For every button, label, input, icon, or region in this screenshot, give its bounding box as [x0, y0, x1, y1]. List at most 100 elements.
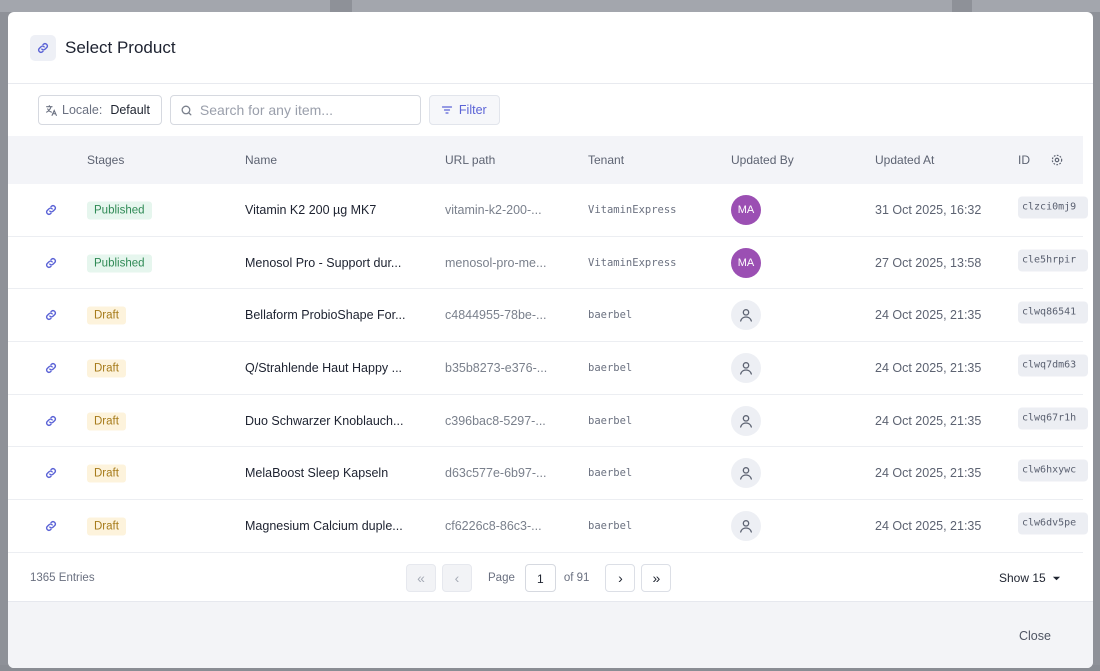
page-label: Page	[488, 572, 515, 584]
header-updated-by[interactable]: Updated By	[731, 153, 794, 167]
link-icon[interactable]	[44, 414, 58, 428]
id-chip: cle5hrpir	[1018, 249, 1088, 272]
table-row[interactable]: Draft Q/Strahlende Haut Happy ... b35b82…	[8, 342, 1088, 395]
id-cell: clwq7dm63	[1018, 354, 1088, 381]
link-icon[interactable]	[44, 256, 58, 270]
id-cell: clw6hxywc	[1018, 459, 1088, 487]
id-chip: clwq67r1h	[1018, 407, 1088, 430]
table-row[interactable]: Draft Duo Schwarzer Knoblauch... c396bac…	[8, 395, 1088, 448]
tenant-cell: VitaminExpress	[588, 256, 677, 269]
locale-selector[interactable]: Locale: Default	[38, 95, 162, 125]
link-icon	[30, 34, 56, 61]
first-page-button[interactable]: «	[406, 564, 436, 592]
filter-label: Filter	[458, 103, 487, 117]
user-avatar: MA	[731, 194, 761, 225]
stage-cell: Draft	[87, 516, 126, 536]
stage-badge: Draft	[87, 306, 126, 325]
id-chip: clwq86541	[1018, 301, 1088, 324]
id-cell: clzci0mj9	[1018, 196, 1088, 223]
name-cell: Vitamin K2 200 µg MK7	[245, 202, 377, 217]
backdrop-panel	[0, 0, 330, 12]
header-updated-at[interactable]: Updated At	[875, 153, 934, 167]
name-cell: Bellaform ProbioShape For...	[245, 308, 406, 323]
header-id[interactable]: ID	[1018, 153, 1030, 167]
updated-by-cell	[731, 300, 761, 331]
updated-at-cell: 24 Oct 2025, 21:35	[875, 308, 982, 323]
search-input[interactable]	[199, 102, 410, 118]
updated-at-cell: 24 Oct 2025, 21:35	[875, 360, 982, 375]
chevron-down-icon	[1052, 574, 1061, 583]
updated-at-cell: 27 Oct 2025, 13:58	[875, 255, 982, 270]
url-cell: b35b8273-e376-...	[445, 360, 548, 375]
url-cell: c4844955-78be-...	[445, 308, 547, 323]
header-stages[interactable]: Stages	[87, 153, 124, 167]
link-icon[interactable]	[44, 519, 58, 533]
settings-icon[interactable]	[1050, 153, 1064, 167]
id-cell: cle5hrpir	[1018, 249, 1088, 276]
updated-at-cell: 31 Oct 2025, 16:32	[875, 202, 982, 217]
backdrop-panel	[972, 0, 1100, 12]
link-icon[interactable]	[44, 466, 58, 480]
prev-page-button[interactable]: ‹	[442, 564, 472, 592]
user-icon	[731, 405, 761, 436]
stage-badge: Published	[87, 254, 152, 273]
link-icon[interactable]	[44, 361, 58, 375]
table-row[interactable]: Published Vitamin K2 200 µg MK7 vitamin-…	[8, 184, 1088, 237]
tenant-cell: baerbel	[588, 309, 633, 322]
filter-button[interactable]: Filter	[428, 95, 500, 125]
tenant-cell: baerbel	[588, 361, 633, 374]
stage-cell: Published	[87, 253, 152, 273]
id-chip: clzci0mj9	[1018, 196, 1088, 219]
url-cell: c396bac8-5297-...	[445, 413, 546, 428]
table-row[interactable]: Published Menosol Pro - Support dur... m…	[8, 237, 1088, 290]
table-header: Stages Name URL path Tenant Updated By U…	[8, 136, 1083, 184]
url-cell: menosol-pro-me...	[445, 255, 547, 270]
updated-by-cell	[731, 405, 761, 436]
updated-at-cell: 24 Oct 2025, 21:35	[875, 518, 982, 533]
user-icon	[731, 458, 761, 489]
header-url-path[interactable]: URL path	[445, 153, 495, 167]
page-number-input[interactable]: 1	[524, 564, 556, 592]
updated-by-cell: MA	[731, 247, 761, 278]
link-icon[interactable]	[44, 203, 58, 217]
stage-badge: Published	[87, 201, 152, 220]
modal-header: Select Product	[8, 12, 1093, 84]
header-tenant[interactable]: Tenant	[588, 153, 624, 167]
toolbar: Locale: Default Filter	[8, 84, 1093, 136]
id-cell: clwq86541	[1018, 301, 1088, 329]
modal-footer: Close	[8, 601, 1093, 668]
stage-badge: Draft	[87, 517, 126, 536]
page-size-value: Show 15	[999, 571, 1046, 585]
table-row[interactable]: Draft MelaBoost Sleep Kapseln d63c577e-6…	[8, 447, 1088, 501]
name-cell: Q/Strahlende Haut Happy ...	[245, 360, 403, 375]
url-cell: d63c577e-6b97-...	[445, 466, 547, 481]
updated-at-cell: 24 Oct 2025, 21:35	[875, 466, 982, 481]
id-chip: clw6hxywc	[1018, 459, 1088, 482]
updated-at-cell: 24 Oct 2025, 21:35	[875, 413, 982, 428]
url-cell: cf6226c8-86c3-...	[445, 518, 542, 533]
page-total: of 91	[563, 572, 590, 584]
url-cell: vitamin-k2-200-...	[445, 202, 542, 217]
user-icon	[731, 510, 761, 541]
user-avatar: MA	[731, 247, 761, 278]
last-page-button[interactable]: »	[641, 564, 672, 592]
updated-by-cell: MA	[731, 194, 761, 225]
search-box	[169, 95, 421, 125]
id-cell: clwq67r1h	[1018, 407, 1088, 434]
stage-badge: Draft	[87, 464, 126, 483]
translate-icon	[45, 104, 58, 117]
id-cell: clw6dv5pe	[1018, 512, 1088, 539]
tenant-cell: baerbel	[588, 414, 633, 427]
table-row[interactable]: Draft Magnesium Calcium duple... cf6226c…	[8, 500, 1088, 553]
next-page-button[interactable]: ›	[605, 564, 636, 592]
name-cell: Magnesium Calcium duple...	[245, 518, 403, 533]
header-name[interactable]: Name	[245, 153, 277, 167]
page-size-select[interactable]: Show 15	[999, 571, 1061, 585]
link-icon[interactable]	[44, 308, 58, 322]
close-button[interactable]: Close	[1019, 629, 1051, 643]
id-chip: clw6dv5pe	[1018, 512, 1088, 535]
table-body: Published Vitamin K2 200 µg MK7 vitamin-…	[8, 184, 1088, 553]
stage-cell: Draft	[87, 464, 126, 483]
locale-value: Default	[110, 103, 150, 117]
table-row[interactable]: Draft Bellaform ProbioShape For... c4844…	[8, 289, 1088, 343]
